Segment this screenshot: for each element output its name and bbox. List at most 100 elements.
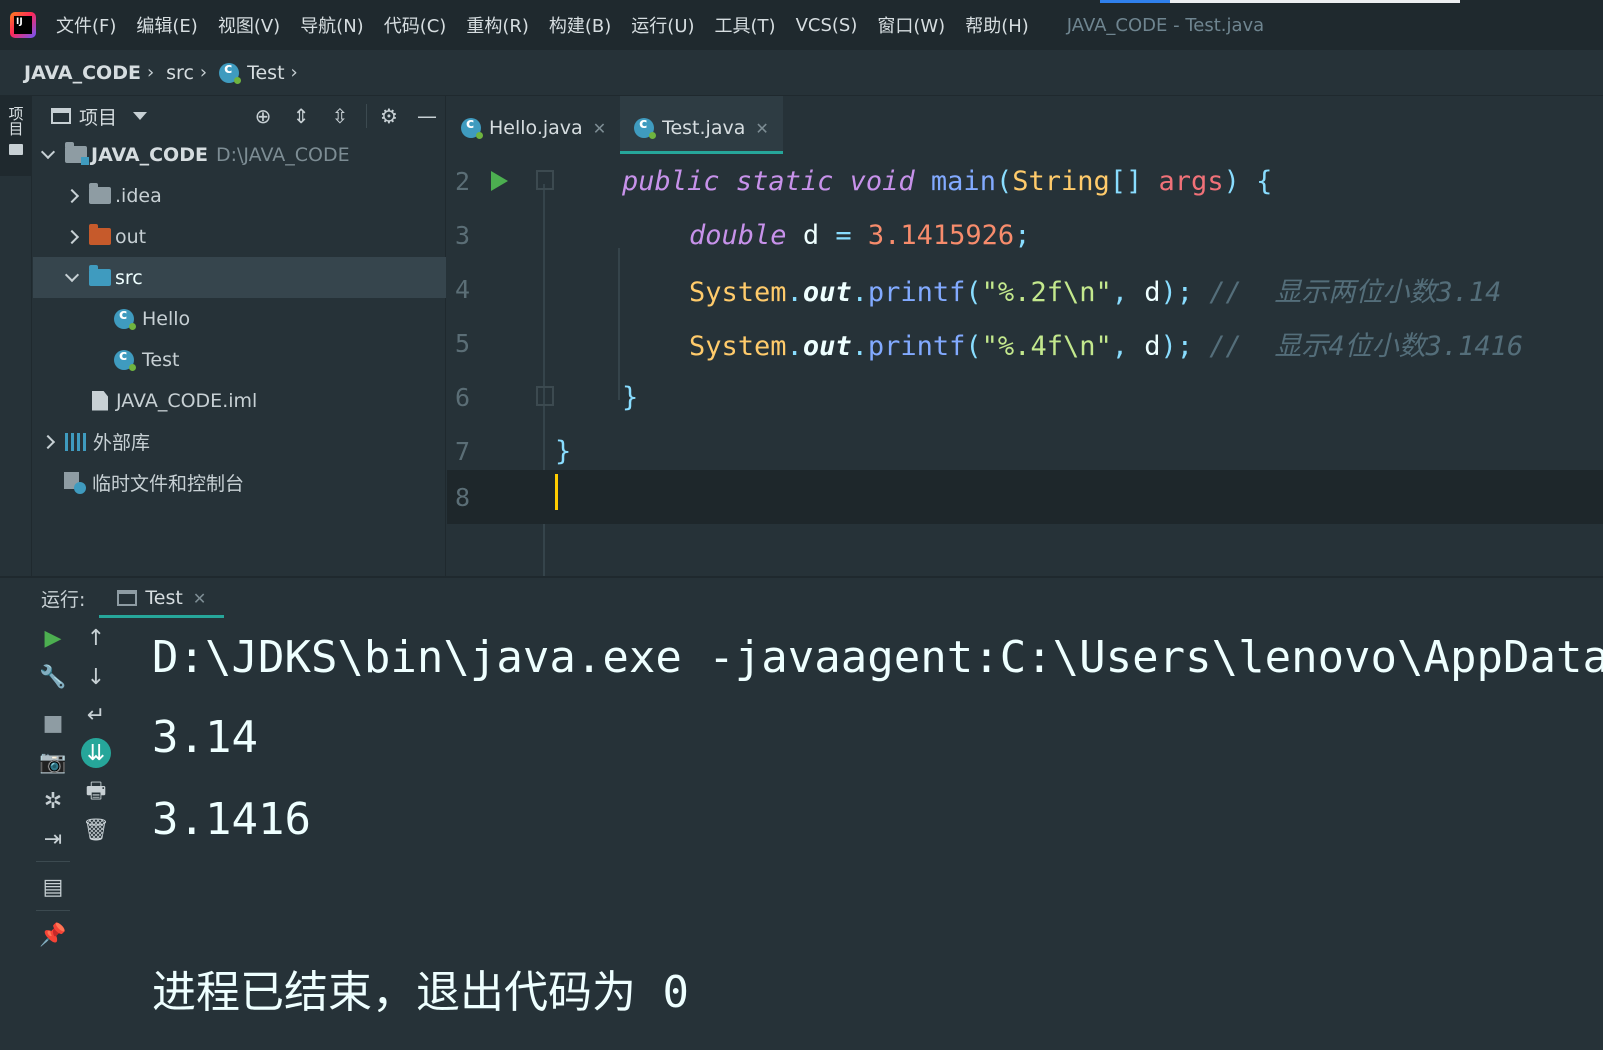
code-token: []	[1109, 165, 1143, 197]
scroll-to-end-icon[interactable]: ⇊	[81, 738, 111, 768]
fold-marker-icon[interactable]	[536, 170, 554, 190]
run-icon[interactable]: ▶	[38, 623, 68, 653]
code-token: }	[555, 435, 572, 467]
menu-vcs[interactable]: VCS(S)	[786, 15, 868, 36]
tree-item-out[interactable]: out	[33, 216, 446, 257]
breadcrumb-file[interactable]: Test	[247, 62, 284, 84]
code-token: .	[786, 330, 803, 362]
trash-icon[interactable]: 🗑	[81, 815, 111, 845]
left-tool-strip: 项目	[0, 96, 32, 576]
pin-icon[interactable]: 📌	[38, 920, 68, 950]
menu-code[interactable]: 代码(C)	[374, 12, 457, 38]
scratches-icon	[64, 471, 86, 494]
code-line-2[interactable]: 2 public static void main(String[] args)…	[447, 154, 1603, 208]
soft-wrap-icon[interactable]: ↵	[81, 700, 111, 730]
menu-build[interactable]: 构建(B)	[539, 12, 621, 38]
code-token: args	[1158, 165, 1224, 197]
tab-test-java[interactable]: Test.java ✕	[620, 96, 783, 154]
collapse-all-icon[interactable]: ⇳	[328, 104, 352, 128]
code-token: "%.4f\n"	[981, 330, 1112, 362]
console-output[interactable]: D:\JDKS\bin\java.exe -javaagent:C:\Users…	[152, 618, 1603, 1050]
code-token: (	[995, 165, 1013, 197]
code-token: void	[849, 165, 915, 197]
tree-item-src[interactable]: src	[33, 257, 446, 298]
code-line-5[interactable]: 5 System.out.printf("%.4f\n", d); // 显示4…	[447, 316, 1603, 370]
chevron-down-icon[interactable]	[64, 267, 80, 282]
code-token: );	[1160, 330, 1194, 362]
up-arrow-icon[interactable]: ↑	[81, 623, 111, 653]
tree-item-label: Test	[142, 348, 180, 371]
project-view-title[interactable]: 项目	[79, 103, 117, 130]
run-gutter-icon[interactable]	[491, 171, 508, 191]
menu-file[interactable]: 文件(F)	[46, 12, 126, 38]
tree-item-label: .idea	[115, 184, 162, 207]
close-icon[interactable]: ✕	[755, 119, 768, 138]
text-caret	[555, 474, 558, 510]
tree-item-scratches[interactable]: 临时文件和控制台	[33, 462, 446, 503]
code-line-3[interactable]: 3 double d = 3.1415926;	[447, 208, 1603, 262]
close-icon[interactable]: ✕	[593, 119, 606, 138]
code-line-8[interactable]: 8	[447, 470, 1603, 524]
toolbar-divider	[36, 861, 70, 862]
code-token: .	[851, 276, 868, 308]
code-token: main	[930, 165, 996, 197]
stop-icon[interactable]: ■	[38, 708, 68, 738]
menu-edit[interactable]: 编辑(E)	[126, 12, 207, 38]
wrench-icon[interactable]: 🔧	[38, 662, 68, 692]
tree-item-project-root[interactable]: JAVA_CODE D:\JAVA_CODE	[33, 134, 446, 175]
tree-item-external-libraries[interactable]: 外部库	[33, 421, 446, 462]
close-icon[interactable]: ✕	[193, 589, 206, 608]
tab-hello-java[interactable]: Hello.java ✕	[447, 96, 620, 154]
code-token: out	[802, 276, 852, 308]
line-number: 5	[455, 328, 471, 358]
console-output-line: 3.1416	[152, 794, 311, 845]
menu-bar: IJ 文件(F) 编辑(E) 视图(V) 导航(N) 代码(C) 重构(R) 构…	[0, 0, 1603, 50]
layout-icon[interactable]: ▤	[38, 872, 68, 902]
locate-icon[interactable]: ⊕	[251, 104, 275, 128]
editor: Hello.java ✕ Test.java ✕ 2 public static…	[447, 96, 1603, 576]
window-title: JAVA_CODE - Test.java	[1066, 14, 1265, 36]
tree-item-iml[interactable]: JAVA_CODE.iml	[33, 380, 446, 421]
chevron-right-icon: ›	[290, 62, 298, 83]
chevron-right-icon[interactable]	[64, 229, 80, 244]
menu-navigate[interactable]: 导航(N)	[290, 12, 374, 38]
code-comment: 显示两位小数3.14	[1274, 276, 1502, 308]
debug-settings-icon[interactable]: ✲	[38, 786, 68, 816]
code-token: ;	[1014, 219, 1031, 251]
code-line-6[interactable]: 6 }	[447, 370, 1603, 424]
module-folder-icon	[65, 142, 89, 165]
menu-tools[interactable]: 工具(T)	[705, 12, 786, 38]
menu-view[interactable]: 视图(V)	[208, 12, 290, 38]
intellij-logo-icon[interactable]: IJ	[10, 12, 36, 38]
code-line-4[interactable]: 4 System.out.printf("%.2f\n", d); // 显示两…	[447, 262, 1603, 316]
java-class-icon	[219, 61, 242, 84]
menu-window[interactable]: 窗口(W)	[867, 12, 955, 38]
hide-icon[interactable]: —	[415, 104, 439, 128]
gear-icon[interactable]: ⚙	[377, 104, 401, 128]
tree-item-test[interactable]: Test	[33, 339, 446, 380]
tree-item-idea[interactable]: .idea	[33, 175, 446, 216]
editor-tab-bar: Hello.java ✕ Test.java ✕	[447, 96, 1603, 154]
menu-run[interactable]: 运行(U)	[621, 12, 704, 38]
print-icon[interactable]: 🖶	[81, 778, 111, 808]
breadcrumb-project[interactable]: JAVA_CODE	[24, 62, 141, 84]
down-arrow-icon[interactable]: ↓	[81, 662, 111, 692]
code-comment: //	[1209, 276, 1242, 308]
login-icon[interactable]: ⇥	[38, 824, 68, 854]
run-tab-test[interactable]: Test ✕	[99, 578, 225, 618]
project-tool-window-tab[interactable]: 项目	[0, 96, 32, 176]
menu-refactor[interactable]: 重构(R)	[456, 12, 539, 38]
expand-all-icon[interactable]: ⇕	[289, 104, 313, 128]
tree-item-hello[interactable]: Hello	[33, 298, 446, 339]
menu-help[interactable]: 帮助(H)	[955, 12, 1039, 38]
camera-icon[interactable]: 📷	[38, 747, 68, 777]
fold-marker-icon[interactable]	[536, 386, 554, 406]
project-toolbar: 项目 ⊕ ⇕ ⇳ ⚙ —	[33, 96, 446, 136]
chevron-down-icon[interactable]	[133, 112, 148, 120]
breadcrumb-folder[interactable]: src	[166, 62, 194, 84]
chevron-right-icon[interactable]	[64, 188, 80, 203]
code-area[interactable]: 2 public static void main(String[] args)…	[447, 154, 1603, 576]
code-token: printf	[867, 276, 966, 308]
chevron-right-icon[interactable]	[40, 434, 56, 449]
chevron-down-icon[interactable]	[40, 144, 56, 159]
